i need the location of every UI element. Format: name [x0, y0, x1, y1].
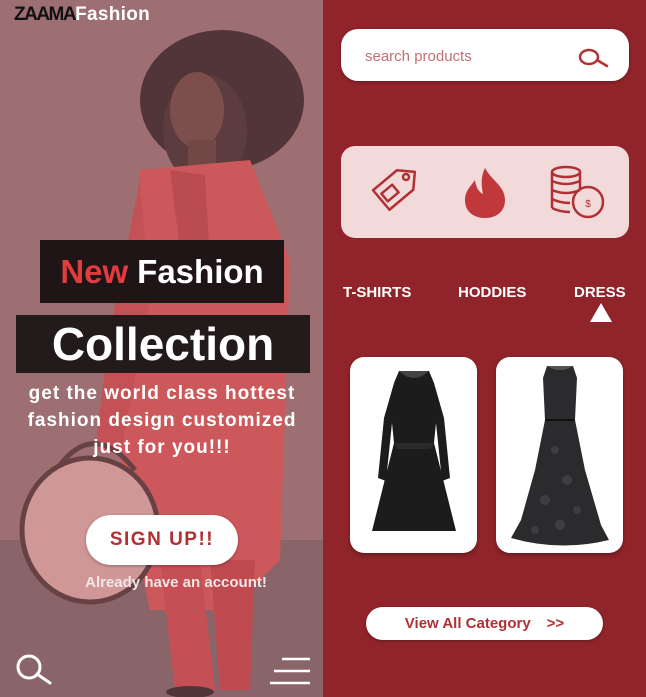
- category-tabs: T-SHIRTS HODDIES DRESS: [341, 284, 631, 306]
- headline-new-fashion: New Fashion: [40, 240, 284, 303]
- signup-button[interactable]: SIGN UP!!: [86, 515, 238, 565]
- coins-icon[interactable]: $: [544, 159, 610, 225]
- black-lace-gown-image: [510, 366, 609, 546]
- double-chevron-right-icon: >>: [546, 615, 565, 632]
- svg-text:$: $: [585, 199, 591, 210]
- price-tag-icon[interactable]: [360, 159, 426, 225]
- brand-logo: ZAAMAFashion: [14, 4, 150, 26]
- black-lace-dress-image: [371, 370, 456, 531]
- view-all-category-button[interactable]: View All Category >>: [366, 607, 603, 640]
- search-icon[interactable]: [14, 652, 54, 686]
- brand-logo-prefix: ZAAMA: [14, 4, 77, 25]
- view-all-label: View All Category: [404, 615, 531, 632]
- tab-dress[interactable]: DRESS: [574, 284, 626, 301]
- headline-fashion: Fashion: [137, 252, 264, 290]
- tab-hoddies[interactable]: HODDIES: [458, 284, 526, 301]
- tab-tshirts[interactable]: T-SHIRTS: [343, 284, 411, 301]
- search-input[interactable]: [363, 43, 567, 69]
- quick-category-panel: $: [341, 146, 629, 238]
- product-card-lace-gown[interactable]: [496, 357, 623, 553]
- fire-icon[interactable]: [452, 159, 518, 225]
- hero-panel: ZAAMAFashion New Fashion Collection get …: [0, 0, 323, 697]
- headline-new: New: [60, 252, 129, 290]
- headline-collection: Collection: [16, 315, 310, 373]
- hero-tagline: get the world class hottest fashion desi…: [27, 383, 297, 458]
- shop-panel: $ T-SHIRTS HODDIES DRESS: [323, 0, 646, 697]
- search-icon[interactable]: [577, 46, 609, 68]
- active-tab-indicator: [590, 303, 612, 322]
- brand-logo-suffix: Fashion: [75, 4, 151, 25]
- login-link[interactable]: Already have an account!: [60, 574, 292, 591]
- menu-icon[interactable]: [268, 656, 312, 686]
- search-bar: [341, 29, 629, 81]
- app-screen: ZAAMAFashion New Fashion Collection get …: [0, 0, 646, 697]
- product-card-lace-dress[interactable]: [350, 357, 477, 553]
